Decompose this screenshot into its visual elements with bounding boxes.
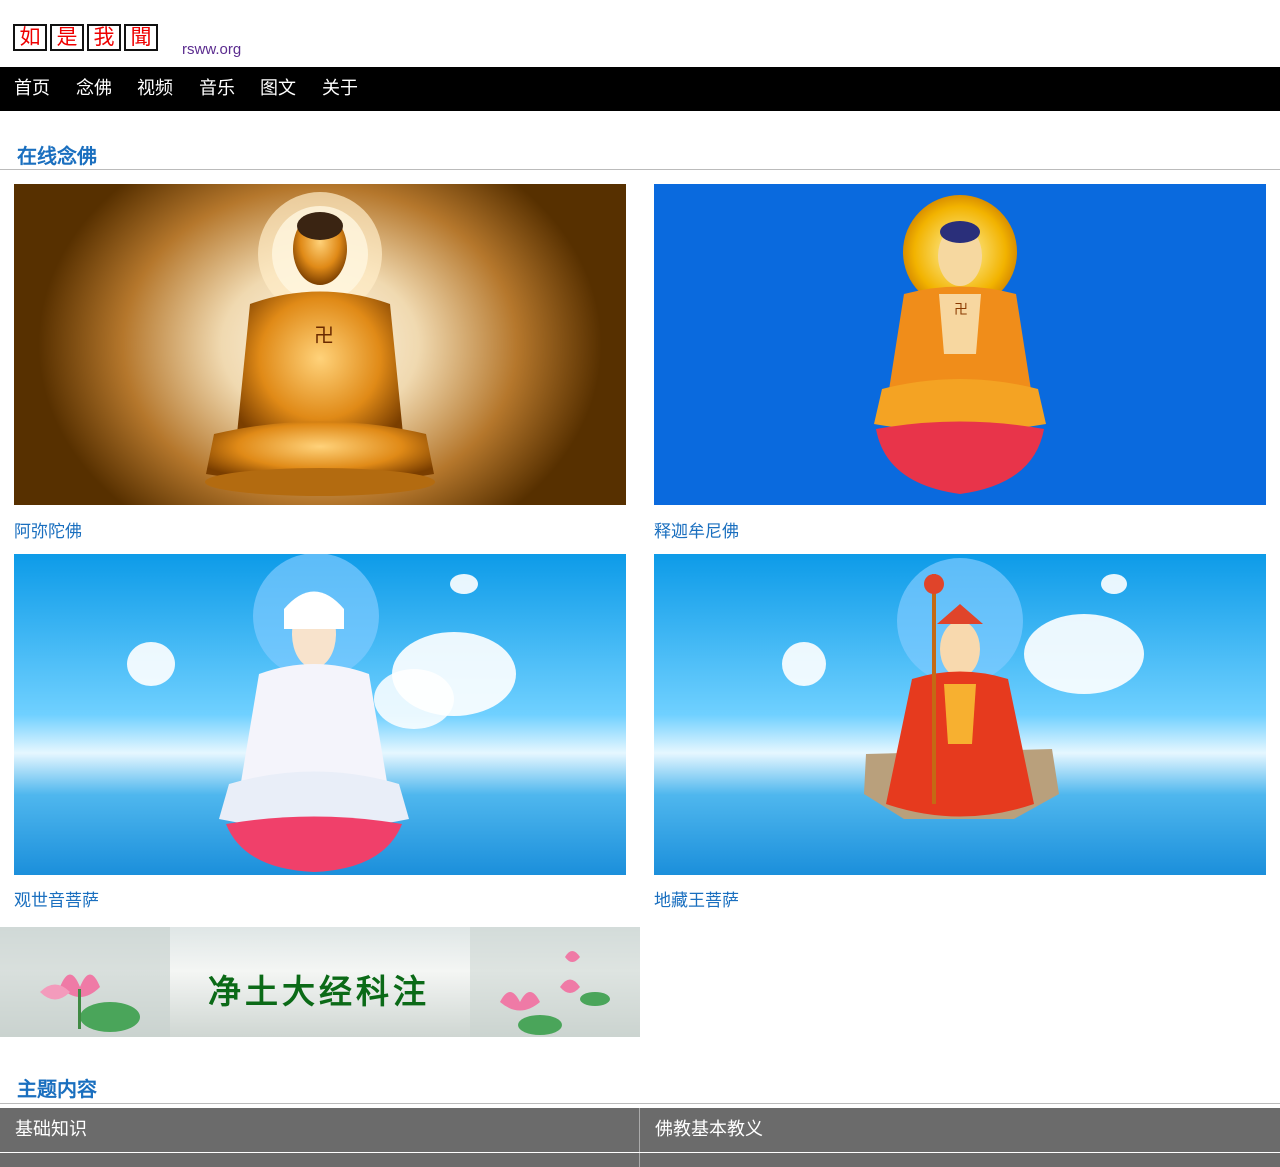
table-row (0, 1153, 1280, 1167)
site-header: 如 是 我 聞 rsww.org (0, 0, 1280, 67)
section-title-topics: 主题内容 (17, 1077, 97, 1101)
nav-item-recite[interactable]: 念佛 (76, 67, 112, 111)
table-row: 基础知识 佛教基本教义 (0, 1108, 1280, 1152)
banner-jingtu-dajing[interactable]: 净土大经科注 (0, 927, 640, 1037)
svg-text:卍: 卍 (314, 323, 334, 347)
bodhisattva-figure-icon (782, 558, 1144, 819)
card-image-amitabha[interactable]: 卍 (14, 184, 626, 505)
buddha-figure-icon: 卍 (205, 192, 435, 496)
card-label-shakyamuni[interactable]: 释迦牟尼佛 (654, 517, 739, 542)
buddha-figure-icon: 卍 (874, 195, 1046, 494)
card-label-guanyin[interactable]: 观世音菩萨 (14, 886, 99, 911)
nav-item-video[interactable]: 视频 (137, 67, 173, 111)
card-label-amitabha[interactable]: 阿弥陀佛 (14, 517, 82, 542)
site-domain[interactable]: rsww.org (182, 41, 241, 58)
section-divider (0, 169, 1280, 170)
banner-text: 净土大经科注 (208, 972, 430, 1011)
logo-char: 聞 (124, 24, 158, 51)
column-divider (639, 1153, 640, 1167)
card-image-ksitigarbha[interactable] (654, 554, 1266, 875)
nav-item-about[interactable]: 关于 (322, 67, 358, 111)
logo-char: 我 (87, 24, 121, 51)
nav-item-home[interactable]: 首页 (14, 67, 50, 111)
bodhisattva-figure-icon (127, 554, 516, 872)
topic-cell[interactable]: 基础知识 (15, 1108, 87, 1152)
section-divider (0, 1103, 1280, 1104)
card-label-ksitigarbha[interactable]: 地藏王菩萨 (654, 886, 739, 911)
nav-item-articles[interactable]: 图文 (260, 67, 296, 111)
site-logo[interactable]: 如 是 我 聞 (13, 24, 161, 51)
column-divider (639, 1108, 640, 1152)
main-nav: 首页 念佛 视频 音乐 图文 关于 (0, 67, 1280, 111)
card-image-shakyamuni[interactable]: 卍 (654, 184, 1266, 505)
topic-cell[interactable]: 佛教基本教义 (655, 1108, 763, 1152)
card-image-guanyin[interactable] (14, 554, 626, 875)
section-title-online-recitation: 在线念佛 (17, 144, 97, 168)
logo-char: 如 (13, 24, 47, 51)
svg-text:卍: 卍 (954, 302, 968, 318)
nav-item-music[interactable]: 音乐 (199, 67, 235, 111)
logo-char: 是 (50, 24, 84, 51)
